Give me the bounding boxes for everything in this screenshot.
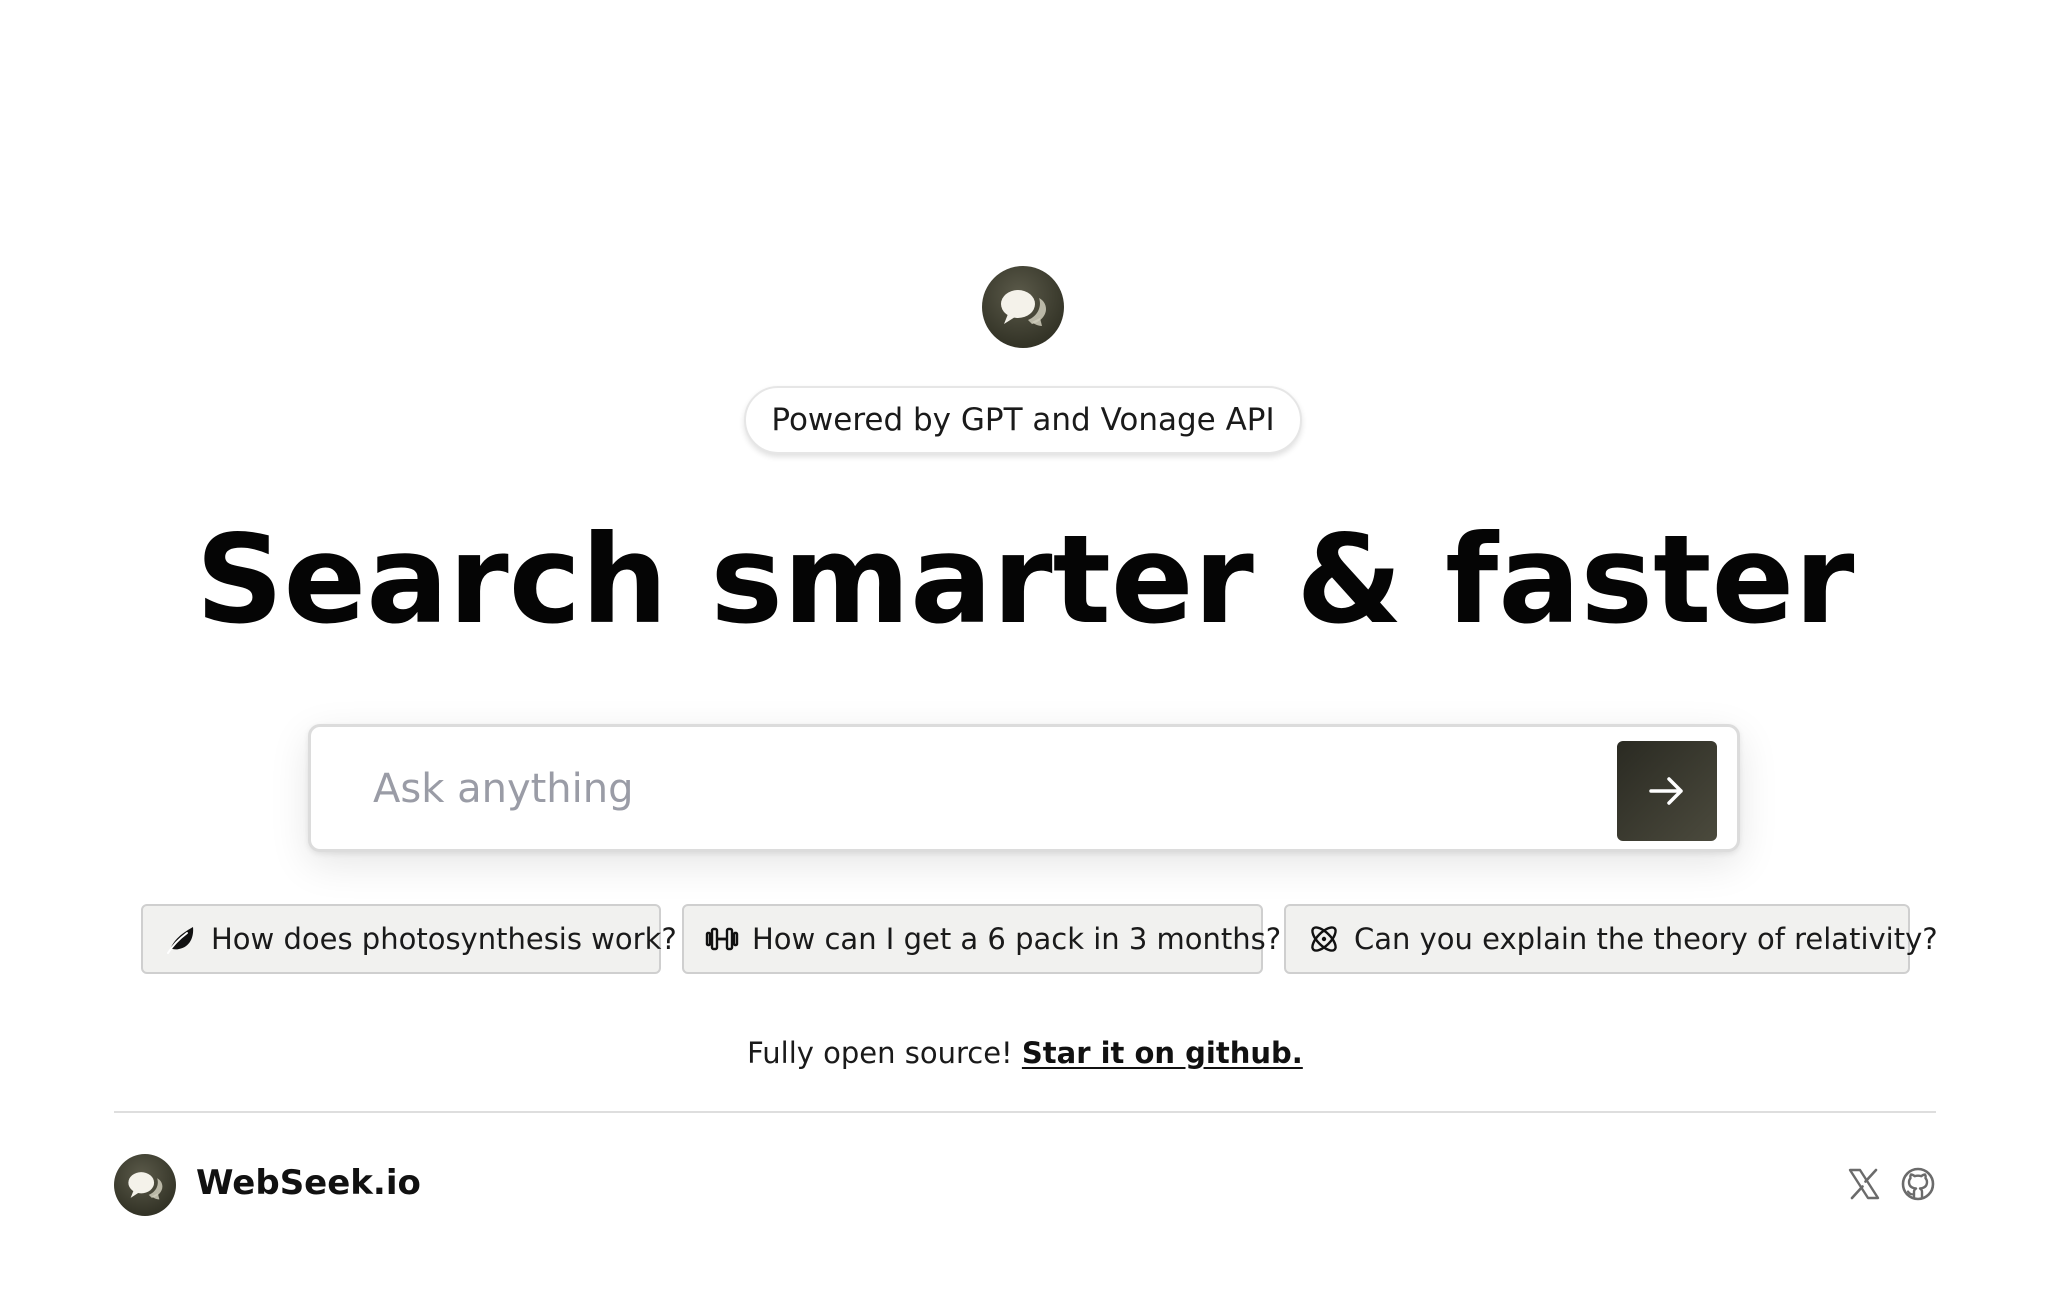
github-star-link[interactable]: Star it on github.: [1022, 1036, 1303, 1070]
suggestion-chip[interactable]: How can I get a 6 pack in 3 months?: [682, 904, 1281, 974]
github-icon[interactable]: [1900, 1166, 1936, 1202]
search-input[interactable]: [371, 757, 1595, 821]
open-source-note: Fully open source! Star it on github.: [0, 1036, 2050, 1070]
powered-by-badge: Powered by GPT and Vonage API: [744, 386, 1302, 454]
suggestion-label: Can you explain the theory of relativity…: [1354, 922, 1938, 956]
suggestion-label: How can I get a 6 pack in 3 months?: [752, 922, 1282, 956]
footer-brand: WebSeek.io: [196, 1163, 421, 1203]
suggestion-chip[interactable]: How does photosynthesis work?: [141, 904, 677, 974]
dumbbell-icon: [705, 927, 739, 951]
chat-bubbles-icon: [982, 266, 1064, 348]
open-source-text: Fully open source!: [747, 1036, 1013, 1070]
search-submit-button[interactable]: [1617, 741, 1717, 841]
suggestion-label: How does photosynthesis work?: [211, 922, 677, 956]
page-title: Search smarter & faster: [195, 509, 1855, 651]
atom-icon: [1311, 926, 1337, 952]
suggestion-list: How does photosynthesis work? How can I …: [0, 904, 2050, 976]
footer-logo-icon: [114, 1154, 176, 1216]
page: Powered by GPT and Vonage API Search sma…: [0, 0, 2050, 1304]
suggestion-chip[interactable]: Can you explain the theory of relativity…: [1284, 904, 1938, 974]
footer-divider: [114, 1111, 1936, 1113]
x-twitter-icon[interactable]: [1846, 1166, 1882, 1202]
leaf-icon: [167, 927, 194, 954]
search-bar: [308, 724, 1740, 852]
arrow-right-icon: [1649, 777, 1683, 805]
